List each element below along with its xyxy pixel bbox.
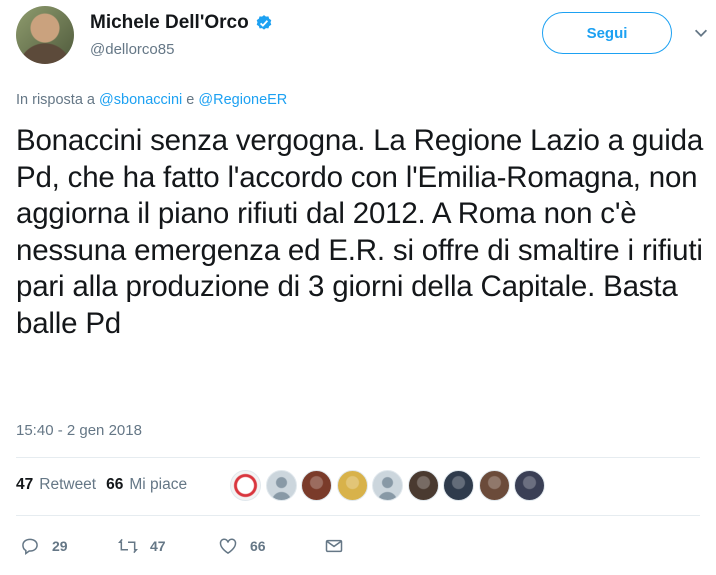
envelope-icon: [325, 539, 343, 553]
like-count: 66: [250, 538, 266, 554]
retweet-count: 47: [150, 538, 166, 554]
liker-avatars: [230, 470, 550, 501]
liker-avatar[interactable]: [514, 470, 545, 501]
retweets-count: 47: [16, 476, 34, 493]
author-display-name[interactable]: Michele Dell'Orco: [90, 12, 249, 34]
retweet-icon: [118, 538, 138, 554]
retweet-button[interactable]: 47: [118, 536, 218, 556]
like-button[interactable]: 66: [218, 536, 324, 556]
reply-context: In risposta a @sbonaccini e @RegioneER: [16, 92, 287, 108]
liker-avatar[interactable]: [443, 470, 474, 501]
heart-icon: [219, 538, 237, 554]
reply-button[interactable]: 29: [20, 536, 118, 556]
engagement-stats: 47 Retweet 66 Mi piace: [16, 476, 197, 494]
likes-label: Mi piace: [129, 476, 188, 493]
liker-avatar[interactable]: [372, 470, 403, 501]
tweet-actions: 29 47 66: [20, 536, 344, 556]
retweets-label: Retweet: [39, 476, 97, 493]
reply-icon: [22, 538, 38, 555]
divider: [16, 515, 700, 516]
mention-link-sbonaccini[interactable]: @sbonaccini: [99, 92, 182, 108]
direct-message-button[interactable]: [324, 536, 344, 556]
chevron-down-icon[interactable]: [692, 24, 710, 42]
author-avatar[interactable]: [16, 6, 74, 64]
reply-count: 29: [52, 538, 68, 554]
liker-avatar[interactable]: [336, 470, 368, 501]
liker-avatar[interactable]: [478, 470, 510, 501]
retweets-stat[interactable]: 47 Retweet: [16, 476, 96, 494]
liker-avatar[interactable]: [407, 470, 439, 501]
author-handle[interactable]: @dellorco85: [90, 41, 174, 58]
tweet-timestamp[interactable]: 15:40 - 2 gen 2018: [16, 422, 142, 439]
author-name-row[interactable]: Michele Dell'Orco: [90, 12, 273, 34]
reply-prefix: In risposta a: [16, 92, 95, 108]
follow-button[interactable]: Segui: [542, 12, 672, 54]
verified-badge-icon: [256, 15, 271, 30]
likes-stat[interactable]: 66 Mi piace: [106, 476, 187, 494]
liker-avatar[interactable]: [301, 470, 332, 501]
tweet-text: Bonaccini senza vergogna. La Regione Laz…: [16, 124, 704, 340]
tweet-header: Michele Dell'Orco @dellorco85 Segui: [16, 6, 708, 66]
likes-count: 66: [106, 476, 124, 493]
reply-conjunction: e: [186, 92, 195, 108]
divider: [16, 457, 700, 458]
liker-avatar[interactable]: [265, 470, 297, 501]
liker-avatar[interactable]: [230, 470, 261, 501]
mention-link-regioneer[interactable]: @RegioneER: [198, 92, 287, 108]
